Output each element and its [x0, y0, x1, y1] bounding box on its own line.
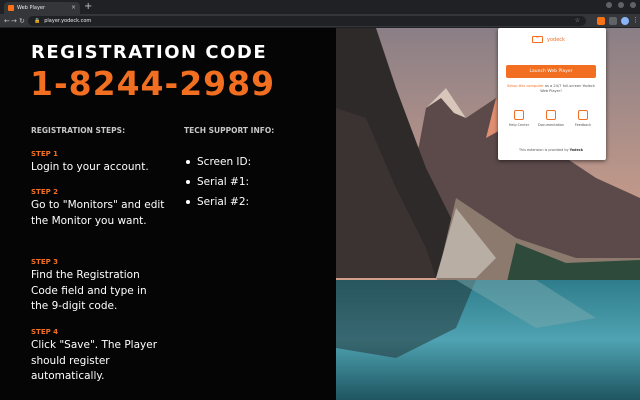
lock-icon[interactable]: 🔒 — [34, 18, 40, 24]
feedback-link[interactable]: Feedback — [570, 110, 596, 127]
popup-description: Setup this computer as a 24/7 full-scree… — [506, 84, 596, 94]
arrow-right-icon[interactable]: → — [11, 17, 17, 25]
list-item: Serial #2: — [186, 192, 251, 212]
step-label: STEP 2 — [31, 188, 59, 196]
minimize-icon[interactable] — [606, 2, 612, 8]
browser-window: Web Player × + ← → ↻ 🔒 player.yodeck.com… — [0, 0, 640, 400]
puzzle-icon[interactable] — [609, 17, 617, 25]
step-text: Click "Save". The Player should register… — [31, 339, 158, 382]
step-label: STEP 3 — [31, 258, 59, 266]
new-tab-button[interactable]: + — [84, 2, 92, 12]
url-text: player.yodeck.com — [44, 18, 92, 24]
bullet-icon — [186, 160, 190, 164]
arrow-left-icon[interactable]: ← — [4, 17, 10, 25]
more-vert-icon[interactable]: ⋮ — [632, 16, 639, 24]
list-item: Serial #1: — [186, 172, 251, 192]
step-label: STEP 1 — [31, 150, 59, 158]
feedback-label: Feedback — [574, 123, 592, 127]
support-label: Screen ID: — [197, 156, 252, 168]
help-center-icon — [514, 110, 524, 120]
footer-brand[interactable]: Yodeck — [570, 148, 583, 152]
bullet-icon — [186, 200, 190, 204]
popup-links: Help Center Documentation Feedback — [506, 110, 596, 127]
registration-code: 1-8244-2989 — [30, 64, 276, 103]
footer-prefix: This extension is provided by — [518, 148, 569, 152]
step-text: Login to your account. — [31, 161, 149, 173]
yodeck-extension-icon[interactable] — [597, 17, 605, 25]
yodeck-logo: “ yodeck — [532, 36, 565, 43]
page-content: REGISTRATION CODE 1-8244-2989 REGISTRATI… — [0, 28, 640, 400]
address-bar[interactable]: 🔒 player.yodeck.com ☆ — [28, 16, 586, 26]
yodeck-favicon-icon — [8, 5, 14, 11]
logo-text: yodeck — [547, 36, 565, 43]
tab-strip: Web Player × + — [0, 0, 640, 14]
documentation-link[interactable]: Documentation — [538, 110, 564, 127]
star-icon[interactable]: ☆ — [575, 17, 580, 24]
tab-close-icon[interactable]: × — [71, 5, 76, 11]
launch-web-player-button[interactable]: Launch Web Player — [506, 65, 596, 78]
reload-icon[interactable]: ↻ — [19, 17, 25, 25]
close-window-icon[interactable] — [630, 2, 636, 8]
profile-icon[interactable] — [621, 17, 629, 25]
steps-heading: REGISTRATION STEPS: — [31, 126, 126, 135]
documentation-label: Documentation — [538, 123, 565, 127]
help-center-label: Help Center — [508, 123, 530, 127]
tab-title: Web Player — [17, 5, 46, 11]
address-toolbar: ← → ↻ 🔒 player.yodeck.com ☆ ⋮ — [0, 14, 640, 28]
support-list: Screen ID: Serial #1: Serial #2: — [186, 152, 251, 212]
yodeck-logo-icon: “ — [532, 36, 543, 43]
tab-web-player[interactable]: Web Player × — [4, 2, 80, 14]
popup-footer: This extension is provided by Yodeck — [506, 148, 596, 152]
step-label: STEP 4 — [31, 328, 59, 336]
list-item: Screen ID: — [186, 152, 251, 172]
setup-link[interactable]: Setup this computer — [507, 84, 544, 88]
documentation-icon — [546, 110, 556, 120]
support-label: Serial #1: — [197, 176, 250, 188]
support-label: Serial #2: — [197, 196, 250, 208]
extension-popup: “ yodeck Launch Web Player Setup this co… — [498, 28, 606, 160]
feedback-icon — [578, 110, 588, 120]
step-text: Find the Registration Code field and typ… — [31, 269, 147, 312]
page-title: REGISTRATION CODE — [31, 42, 268, 63]
registration-panel: REGISTRATION CODE 1-8244-2989 REGISTRATI… — [0, 28, 336, 400]
popup-description-text: as a 24/7 full-screen Yodeck Web Player! — [540, 84, 595, 93]
bullet-icon — [186, 180, 190, 184]
help-center-link[interactable]: Help Center — [506, 110, 532, 127]
step-text: Go to "Monitors" and edit the Monitor yo… — [31, 199, 165, 227]
support-heading: TECH SUPPORT INFO: — [184, 126, 275, 135]
maximize-icon[interactable] — [618, 2, 624, 8]
